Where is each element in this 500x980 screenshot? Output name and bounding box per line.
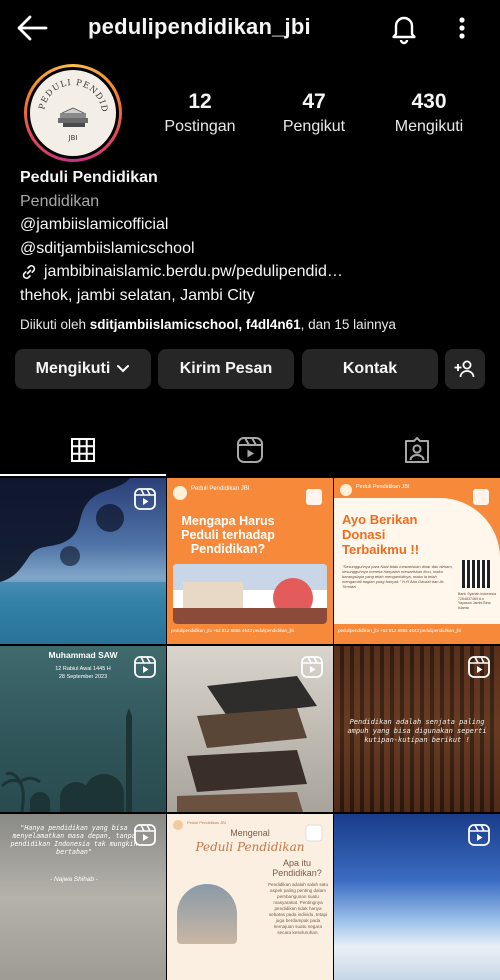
logo-icon: [173, 486, 187, 500]
tab-reels[interactable]: [167, 424, 333, 476]
following-count: 430: [411, 90, 447, 113]
stat-followers[interactable]: 47 Pengikut: [274, 90, 354, 136]
post-quote: "Hanya pendidikan yang bisa menyelamatka…: [10, 824, 138, 856]
post-quote: "Sesungguhnya para Nabi tidak mewariskan…: [342, 564, 453, 589]
svg-text:PEDULI PENDIDIKAN: PEDULI PENDIDIKAN: [30, 70, 110, 113]
post-footer: pedulipendidikan_jbi +62 812 6865 4643 p…: [171, 628, 294, 633]
message-button-label: Kirim Pesan: [179, 360, 273, 377]
post-brand: Peduli Pendidikan JBI: [187, 820, 226, 825]
contact-button[interactable]: Kontak: [302, 349, 438, 389]
logo-image: PEDULI PENDIDIKAN JBI: [30, 70, 110, 142]
post-body: Pendidikan adalah salah satu aspek palin…: [267, 882, 329, 935]
posts-count: 12: [188, 90, 212, 113]
followed-by-suffix: , dan 15 lainnya: [300, 317, 396, 332]
post-thumbnail[interactable]: "Hanya pendidikan yang bisa menyelamatka…: [0, 814, 166, 980]
post-brand: Peduli Pendidikan JBI: [356, 484, 410, 490]
post-thumbnail[interactable]: [334, 814, 500, 980]
tagged-icon: [405, 437, 429, 463]
post-bank-info: Bank Syariah Indonesia 7264837469 A.n Ya…: [458, 592, 496, 610]
bell-icon[interactable]: [386, 10, 422, 46]
reel-indicator-icon: [468, 656, 490, 678]
posts-grid: Peduli Pendidikan JBI Mengapa Harus Pedu…: [0, 478, 500, 980]
more-vertical-icon[interactable]: [448, 10, 476, 46]
following-button-label: Mengikuti: [35, 360, 111, 377]
profile-username: pedulipendidikan_jbi: [88, 14, 311, 39]
reel-indicator-icon: [134, 824, 156, 846]
following-label: Mengikuti: [394, 118, 464, 135]
post-title: Mengapa Harus Peduli terhadap Pendidikan…: [181, 514, 275, 556]
profile-bio: Peduli Pendidikan Pendidikan @jambiislam…: [20, 166, 490, 307]
svg-text:JBI: JBI: [68, 134, 78, 142]
reels-icon: [237, 437, 263, 463]
active-tab-indicator: [0, 474, 166, 476]
post-thumbnail[interactable]: Muhammad SAW 12 Rabiul Awal 1445 H 28 Se…: [0, 646, 166, 812]
post-thumbnail[interactable]: Peduli Pendidikan JBI Ayo Berikan Donasi…: [334, 478, 500, 644]
following-button[interactable]: Mengikuti: [15, 349, 151, 389]
post-thumbnail[interactable]: Peduli Pendidikan JBI Mengapa Harus Pedu…: [167, 478, 333, 644]
followed-by-prefix: Diikuti oleh: [20, 317, 90, 332]
mention-link[interactable]: @sditjambiislamicschool: [20, 237, 490, 261]
post-quote: Pendidikan adalah senjata paling ampuh y…: [347, 718, 487, 744]
post-thumbnail[interactable]: [0, 478, 166, 644]
posts-grid-icon: [71, 438, 95, 462]
multiple-images-icon: [306, 489, 322, 505]
message-button[interactable]: Kirim Pesan: [158, 349, 294, 389]
profile-tabs: [0, 424, 500, 476]
stat-posts[interactable]: 12 Postingan: [160, 90, 240, 136]
category-label: Pendidikan: [20, 192, 100, 210]
multiple-images-icon: [473, 489, 489, 505]
top-bar: pedulipendidikan_jbi: [0, 0, 500, 56]
reel-indicator-icon: [468, 824, 490, 846]
reel-indicator-icon: [301, 656, 323, 678]
post-title: Peduli Pendidikan: [195, 840, 305, 854]
posts-label: Postingan: [164, 118, 236, 135]
post-title: Ayo Berikan Donasi Terbaikmu !!: [342, 512, 420, 557]
multiple-images-icon: [305, 824, 323, 842]
contact-button-label: Kontak: [342, 360, 398, 377]
logo-icon: [340, 484, 352, 496]
chevron-down-icon: [117, 365, 130, 373]
mention-link[interactable]: @jambiislamicofficial: [20, 213, 490, 237]
location-text: thehok, jambi selatan, Jambi City: [20, 286, 255, 304]
reel-indicator-icon: [134, 488, 156, 510]
post-thumbnail[interactable]: [167, 646, 333, 812]
stat-following[interactable]: 430 Mengikuti: [384, 90, 474, 136]
add-person-icon: [454, 360, 475, 378]
website-url: jambibinaislamic.berdu.pw/pedulipendid…: [44, 263, 343, 280]
post-image: [177, 884, 237, 944]
arrow-left-icon[interactable]: [14, 12, 50, 44]
reel-indicator-icon: [134, 656, 156, 678]
followers-count: 47: [302, 90, 326, 113]
display-name: Peduli Pendidikan: [20, 169, 158, 186]
post-thumbnail[interactable]: Peduli Pendidikan JBI Mengenal Peduli Pe…: [167, 814, 333, 980]
website-link[interactable]: jambibinaislamic.berdu.pw/pedulipendid…: [20, 260, 490, 284]
suggest-people-button[interactable]: [445, 349, 485, 389]
link-icon: [22, 264, 36, 279]
post-image: [173, 564, 327, 624]
qr-code-icon: [462, 560, 490, 588]
profile-avatar[interactable]: PEDULI PENDIDIKAN JBI: [24, 64, 122, 162]
post-question: Apa itu Pendidikan?: [272, 858, 322, 878]
post-footer: pedulipendidikan_jbi +62 812 6865 4643 p…: [338, 628, 461, 633]
post-author: - Najwa Shihab -: [49, 876, 99, 883]
tab-posts[interactable]: [0, 424, 166, 476]
post-thumbnail[interactable]: Pendidikan adalah senjata paling ampuh y…: [334, 646, 500, 812]
post-brand: Peduli Pendidikan JBI: [191, 486, 250, 492]
followed-by-names: sditjambiislamicschool, f4dl4n61: [89, 317, 301, 332]
followers-label: Pengikut: [282, 118, 346, 135]
tab-tagged[interactable]: [334, 424, 500, 476]
followed-by[interactable]: Diikuti oleh sditjambiislamicschool, f4d…: [20, 317, 396, 332]
